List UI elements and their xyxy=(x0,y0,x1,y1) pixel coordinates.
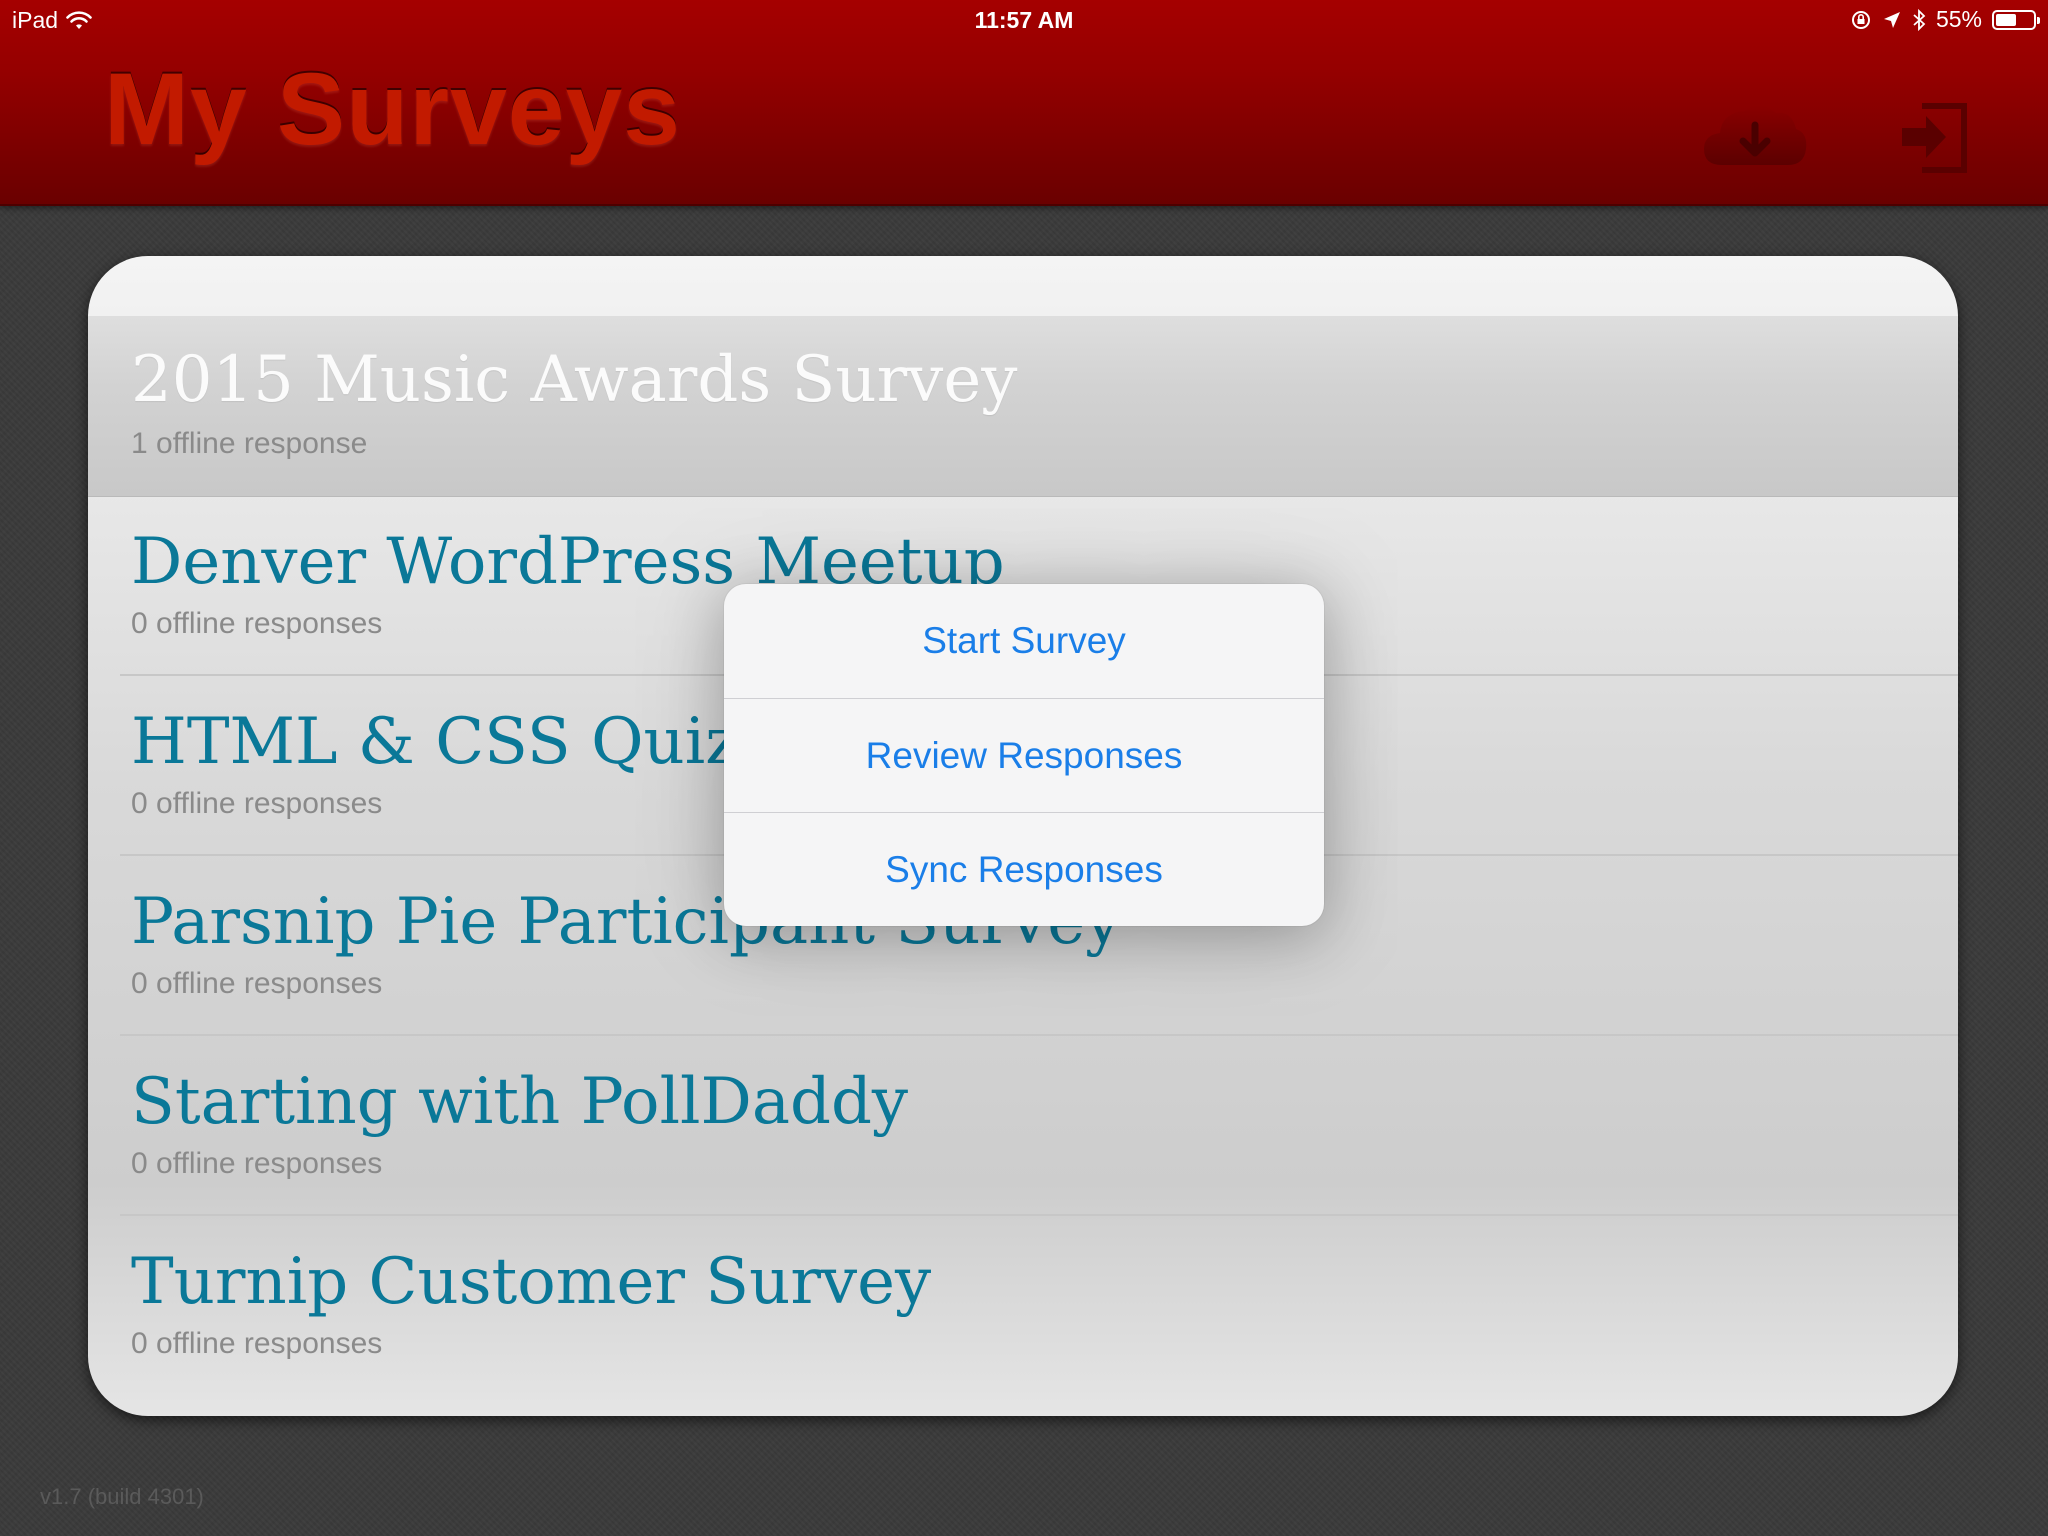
status-bar: iPad 11:57 AM 55% xyxy=(0,0,2048,40)
sign-out-button[interactable] xyxy=(1900,98,1970,176)
survey-subtitle: 0 offline responses xyxy=(131,1327,383,1360)
survey-subtitle: 0 offline responses xyxy=(131,787,383,820)
battery-percent: 55% xyxy=(1935,6,1982,32)
sync-responses-button[interactable]: Sync Responses xyxy=(724,812,1324,926)
bluetooth-icon xyxy=(1913,8,1926,31)
app-header: iPad 11:57 AM 55% My Surveys xyxy=(0,0,2048,206)
orientation-lock-icon xyxy=(1851,10,1870,29)
battery-icon xyxy=(1992,9,2040,30)
survey-subtitle: 0 offline responses xyxy=(131,607,383,640)
status-right: 55% xyxy=(1850,6,2040,33)
cloud-download-icon xyxy=(1704,105,1807,165)
survey-title: Starting with PollDaddy xyxy=(131,1065,909,1139)
survey-row[interactable]: Starting with PollDaddy 0 offline respon… xyxy=(88,1036,1958,1216)
survey-title: HTML & CSS Quiz xyxy=(131,705,739,779)
page-title: My Surveys xyxy=(104,52,681,166)
start-survey-button[interactable]: Start Survey xyxy=(724,584,1324,698)
survey-subtitle: 1 offline response xyxy=(131,427,368,460)
version-label: v1.7 (build 4301) xyxy=(40,1484,204,1509)
status-time: 11:57 AM xyxy=(974,7,1074,33)
battery-level-fill xyxy=(1996,13,2016,26)
survey-title: 2015 Music Awards Survey xyxy=(131,343,1018,417)
location-arrow-icon xyxy=(1883,11,1900,28)
survey-actions-popover: Start Survey Review Responses Sync Respo… xyxy=(724,584,1324,926)
survey-row[interactable]: Turnip Customer Survey 0 offline respons… xyxy=(88,1216,1958,1396)
survey-title: Turnip Customer Survey xyxy=(131,1245,932,1319)
survey-subtitle: 0 offline responses xyxy=(131,967,383,1000)
survey-subtitle: 0 offline responses xyxy=(131,1147,383,1180)
survey-row[interactable]: 2015 Music Awards Survey 1 offline respo… xyxy=(88,316,1958,497)
cloud-download-button[interactable] xyxy=(1700,95,1810,175)
review-responses-button[interactable]: Review Responses xyxy=(724,698,1324,812)
sign-out-icon xyxy=(1902,103,1967,173)
